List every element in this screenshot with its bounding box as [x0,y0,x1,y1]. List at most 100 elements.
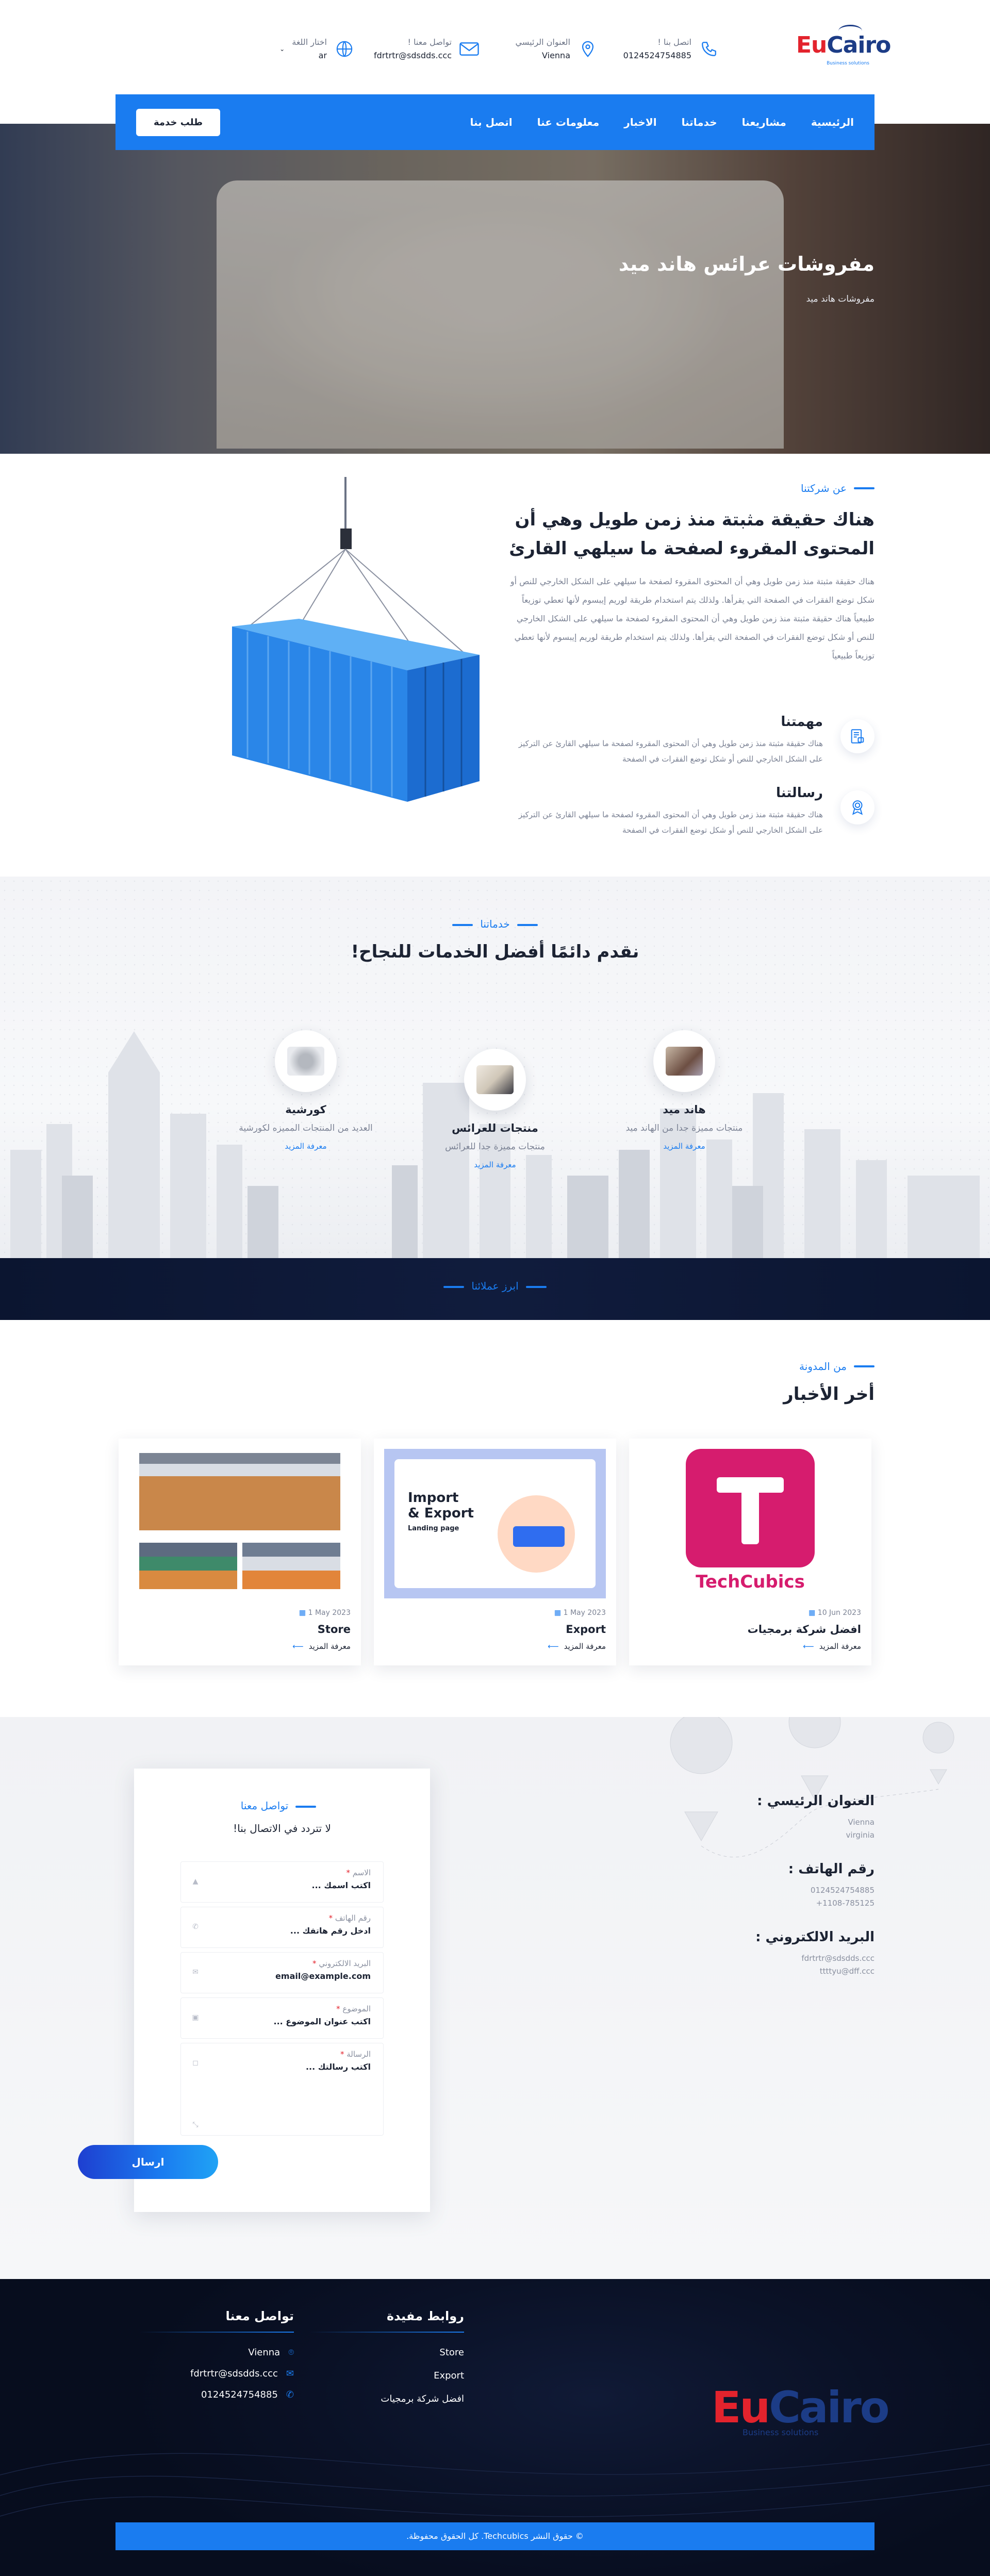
label-bar [443,1285,465,1288]
footer-logo[interactable]: EuCairo Business solutions [712,2382,889,2437]
blog-card[interactable]: TechCubics ▦ 10 Jun 2023 افضل شركة برمجي… [629,1439,871,1665]
services-section-label: خدماتنا [0,918,990,930]
subject-input[interactable] [216,2017,371,2026]
resize-handle-icon[interactable]: ⤡ [190,2121,201,2131]
blog-card-title: Store [317,1623,351,1636]
email-field[interactable]: البريد الالكتروني * ✉ [180,1952,384,1993]
form-label-text: تواصل معنا [240,1799,289,1812]
footer-contact-phone[interactable]: ✆ 0124524754885 [139,2389,294,2400]
address-value: Vienna [542,51,570,60]
email-input[interactable] [216,1971,371,1981]
footer-contact-email[interactable]: ✉ fdrtrtr@sdsdds.ccc [139,2368,294,2379]
email-title: البريد الالكتروني : [755,1929,874,1945]
contact-phone: رقم الهاتف : 0124524754885 +1108-785125 [720,1861,874,1910]
blog-more-link[interactable]: معرفة المزيد ⟵ [548,1642,606,1651]
service-desc: العديد من المنتجات المميزه لكورشية [239,1123,373,1133]
chevron-down-icon: ⌄ [279,45,285,53]
email-field-label: البريد الالكتروني * [312,1959,371,1968]
nav-about[interactable]: معلومات عنا [537,116,600,128]
blog-card[interactable]: Import & Export Landing page ▦ 1 May 202… [374,1439,616,1665]
language-label: اختار اللغة [292,37,327,47]
name-field[interactable]: الاسم * ▲ [180,1861,384,1903]
send-button[interactable]: ارسال [78,2145,218,2179]
main-nav: الرئيسية مشاريعنا خدماتنا الاخبار معلوما… [116,94,874,150]
site-logo[interactable]: EuCairo Business solutions [796,25,891,68]
language-selector[interactable]: اختار اللغة ar ⌄ [279,31,355,67]
nav-home[interactable]: الرئيسية [811,116,854,128]
address-line-2: virginia [846,1830,874,1840]
title-underline [309,2332,464,2333]
blog-more-link[interactable]: معرفة المزيد ⟵ [292,1642,351,1651]
blog-date: ▦ 10 Jun 2023 [808,1609,861,1617]
subject-field-label: الموضوع * [336,2004,371,2013]
email-line-1[interactable]: fdrtrtr@sdsdds.ccc [801,1954,874,1963]
header-email[interactable]: تواصل معنا ! fdrtrtr@sdsdds.ccc [374,31,480,67]
label-bar [525,1285,547,1288]
envelope-icon: ✉ [192,1968,199,1976]
blog-date-text: 10 Jun 2023 [817,1609,861,1617]
hero-overlay [0,124,990,454]
phone-field[interactable]: رقم الهاتف * ✆ [180,1907,384,1948]
service-more-link[interactable]: معرفة المزيد [591,1142,777,1151]
message-field[interactable]: الرسالة * ◻ ⤡ [180,2043,384,2136]
phone-icon: ✆ [286,2389,294,2400]
nav-services[interactable]: خدماتنا [682,116,717,128]
subject-field[interactable]: الموضوع * ▣ [180,1997,384,2039]
phone-label: اتصل بنا ! [657,37,691,47]
blog-more-link[interactable]: معرفة المزيد ⟵ [803,1642,861,1651]
header-phone[interactable]: اتصل بنا ! 0124524754885 [623,31,719,67]
request-service-button[interactable]: طلب خدمة [136,108,221,136]
arrow-left-icon: ⟵ [803,1642,814,1651]
service-more-link[interactable]: معرفة المزيد [402,1160,588,1169]
footer-logo-cairo: Cairo [769,2382,889,2433]
phone-input[interactable] [216,1926,371,1936]
nav-news[interactable]: الاخبار [624,116,656,128]
service-title: هاند ميد [663,1103,706,1116]
phone-line-1[interactable]: 0124524754885 [811,1886,874,1895]
service-desc: منتجات مميزة جدا للعرائس [445,1142,545,1152]
blog-card[interactable]: ▦ 1 May 2023 Store معرفة المزيد ⟵ [119,1439,361,1665]
required-mark: * [340,2050,344,2059]
footer-email-text: fdrtrtr@sdsdds.ccc [190,2368,278,2379]
techcubics-wordmark: TechCubics [696,1572,805,1592]
breadcrumb[interactable]: مفروشات هاند ميد [806,294,875,304]
email-line-2[interactable]: ttttyu@dff.ccc [820,1967,874,1976]
phone-label-text: رقم الهاتف [335,1913,371,1923]
contact-email: البريد الالكتروني : fdrtrtr@sdsdds.ccc tt… [720,1929,874,1978]
email-label: تواصل معنا ! [407,37,452,47]
footer-city-text: Vienna [248,2347,280,2358]
nav-contact[interactable]: اتصل بنا [470,116,512,128]
address-lines: Vienna virginia [720,1816,874,1842]
footer-link[interactable]: افضل شركة برمجيات [309,2393,464,2404]
blog-date-text: 1 May 2023 [308,1609,351,1617]
service-card[interactable]: منتجات للعرائس منتجات مميزة جدا للعرائس … [402,1049,588,1169]
blog-label-text: من المدونة [799,1360,847,1373]
footer-link[interactable]: Export [309,2370,464,2381]
contact-address: العنوان الرئيسي : Vienna virginia [720,1793,874,1842]
footer-contact-column: تواصل معنا ⌾ Vienna ✉ fdrtrtr@sdsdds.ccc ✆… [139,2309,294,2400]
service-more-link[interactable]: معرفة المزيد [213,1142,399,1151]
blog-date: ▦ 1 May 2023 [299,1609,351,1617]
message-input[interactable] [216,2062,371,2072]
services-label-text: خدماتنا [480,918,510,930]
name-input[interactable] [216,1880,371,1890]
service-card[interactable]: هاند ميد منتجات مميزة جدا من الهاند ميد … [591,1030,777,1151]
crochet-thumbnail [287,1047,324,1076]
name-field-label: الاسم * [346,1868,371,1877]
message-text: هناك حقيقة مثبتة منذ زمن طويل وهي أن الم… [518,810,823,835]
nav-projects[interactable]: مشاريعنا [742,116,786,128]
service-title: كورشية [285,1103,326,1116]
envelope-icon: ✉ [286,2368,294,2379]
landing-truck [513,1526,565,1547]
phone-line-2[interactable]: +1108-785125 [816,1898,874,1908]
blog-title: أخر الأخبار [783,1384,874,1405]
location-pin-icon: ⌾ [288,2347,294,2358]
hero-title: مفروشات عرائس هاند ميد [618,253,874,275]
title-underline [139,2332,294,2333]
service-card[interactable]: كورشية العديد من المنتجات المميزه لكورشي… [213,1030,399,1151]
warehouse-image [139,1453,340,1530]
footer-link[interactable]: Store [309,2347,464,2358]
copyright-bar: © حقوق النشر Techcubics. كل الحقوق محفوظ… [116,2522,874,2550]
logo-tagline: Business solutions [827,61,869,66]
header-address[interactable]: العنوان الرئيسي Vienna [516,31,598,67]
